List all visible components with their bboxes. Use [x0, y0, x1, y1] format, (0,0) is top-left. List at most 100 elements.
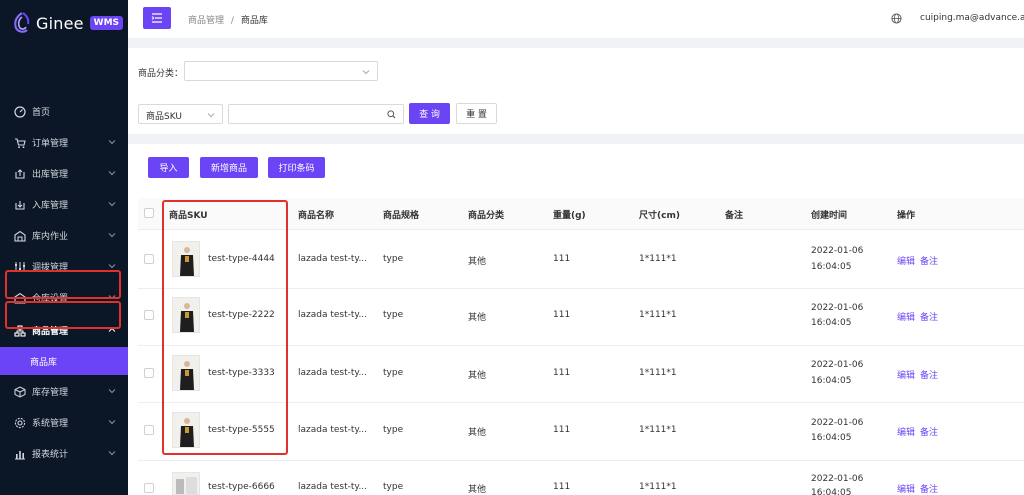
edit-link[interactable]: 编辑: [897, 425, 915, 438]
transfer-icon: [13, 260, 27, 274]
breadcrumb-separator: /: [230, 16, 234, 26]
reset-button[interactable]: 重 置: [456, 103, 497, 124]
box-icon: [13, 385, 27, 399]
filter-panel: 商品分类： 商品SKU 查 询 重 置: [128, 48, 1024, 134]
weight-cell: 111: [553, 310, 571, 320]
product-image-icon: [180, 361, 194, 390]
size-cell: 1*111*1: [639, 310, 677, 320]
sidebar-item-label: 首页: [32, 108, 51, 118]
menu-toggle-button[interactable]: [143, 7, 171, 29]
remark-link[interactable]: 备注: [920, 254, 938, 267]
search-field-value: 商品SKU: [146, 112, 182, 122]
sidebar-item-label: 商品库: [30, 357, 58, 368]
time-cell: 16:04:05: [811, 376, 852, 386]
chevron-down-icon: [108, 264, 116, 269]
sidebar-item-label: 出库管理: [32, 170, 69, 180]
cart-icon: [13, 136, 27, 150]
user-account[interactable]: cuiping.ma@advance.ai: [920, 13, 1024, 23]
search-field-select[interactable]: 商品SKU: [138, 104, 223, 124]
add-product-button[interactable]: 新增商品: [200, 157, 258, 178]
chevron-down-icon: [108, 451, 116, 456]
date-cell: 2022-01-06: [811, 360, 864, 370]
sidebar-item-warehouse-work[interactable]: 库内作业: [0, 220, 128, 251]
column-header-note: 备注: [725, 211, 744, 221]
spec-cell: type: [383, 482, 404, 492]
row-checkbox[interactable]: [144, 425, 154, 435]
edit-link[interactable]: 编辑: [897, 310, 915, 323]
column-header-size: 尺寸(cm): [639, 211, 680, 221]
chevron-down-icon: [108, 389, 116, 394]
sidebar-item-warehouse-settings[interactable]: 仓库设置: [0, 282, 128, 313]
category-select[interactable]: [184, 61, 378, 81]
product-thumbnail: [172, 241, 200, 277]
sidebar-item-orders[interactable]: 订单管理: [0, 127, 128, 158]
product-image-icon: [176, 477, 197, 494]
column-header-sku: 商品SKU: [169, 211, 208, 221]
row-checkbox[interactable]: [144, 483, 154, 493]
chevron-down-icon: [108, 295, 116, 300]
query-button[interactable]: 查 询: [409, 103, 450, 124]
import-button[interactable]: 导入: [148, 157, 189, 178]
product-image-icon: [180, 303, 194, 332]
chevron-down-icon: [108, 420, 116, 425]
date-cell: 2022-01-06: [811, 418, 864, 428]
weight-cell: 111: [553, 425, 571, 435]
edit-link[interactable]: 编辑: [897, 254, 915, 267]
sidebar-item-transfer[interactable]: 调拨管理: [0, 251, 128, 282]
sidebar-item-outbound[interactable]: 出库管理: [0, 158, 128, 189]
remark-link[interactable]: 备注: [920, 368, 938, 381]
gear-icon: [13, 416, 27, 430]
sku-cell: test-type-4444: [208, 254, 275, 264]
remark-link[interactable]: 备注: [920, 425, 938, 438]
sidebar-item-label: 系统管理: [32, 419, 69, 429]
remark-link[interactable]: 备注: [920, 482, 938, 495]
sidebar-item-inventory[interactable]: 库存管理: [0, 376, 128, 407]
sidebar-item-product-library[interactable]: 商品库: [0, 347, 128, 375]
product-thumbnail: [172, 355, 200, 391]
breadcrumb-parent[interactable]: 商品管理: [188, 16, 224, 26]
sku-cell: test-type-6666: [208, 482, 275, 492]
sidebar-item-product-management[interactable]: 商品管理: [0, 315, 128, 346]
row-checkbox[interactable]: [144, 310, 154, 320]
sidebar-item-label: 商品管理: [32, 327, 69, 337]
category-cell: 其他: [468, 371, 487, 381]
product-image-icon: [180, 247, 194, 276]
name-cell: lazada test-ty...: [298, 368, 368, 378]
select-all-checkbox[interactable]: [144, 208, 154, 218]
ginee-logo-icon: [14, 12, 30, 33]
search-icon[interactable]: [387, 110, 396, 119]
menu-icon: [151, 13, 162, 23]
date-cell: 2022-01-06: [811, 303, 864, 313]
row-checkbox[interactable]: [144, 368, 154, 378]
time-cell: 16:04:05: [811, 433, 852, 443]
wms-badge: WMS: [89, 16, 124, 30]
column-header-name: 商品名称: [298, 211, 335, 221]
size-cell: 1*111*1: [639, 425, 677, 435]
product-thumbnail: [172, 297, 200, 333]
print-barcode-button[interactable]: 打印条码: [268, 157, 325, 178]
sidebar-item-inbound[interactable]: 入库管理: [0, 189, 128, 220]
product-table-panel: 导入 新增商品 打印条码 商品SKU 商品名称 商品规格 商品分类 重量(g) …: [128, 144, 1024, 495]
row-checkbox[interactable]: [144, 254, 154, 264]
sidebar-item-label: 报表统计: [32, 450, 69, 460]
edit-link[interactable]: 编辑: [897, 368, 915, 381]
sidebar: Ginee WMS 首页 订单管理 出库管理 入库管理 库内作业 调拨管理 仓库…: [0, 0, 128, 495]
column-header-spec: 商品规格: [383, 211, 420, 221]
row-divider: [138, 460, 1024, 461]
globe-icon[interactable]: [891, 13, 902, 24]
breadcrumb: 商品管理 / 商品库: [188, 13, 268, 26]
sidebar-item-reports[interactable]: 报表统计: [0, 438, 128, 469]
top-header: 商品管理 / 商品库 cuiping.ma@advance.ai: [128, 0, 1024, 38]
chart-icon: [13, 447, 27, 461]
chevron-down-icon: [362, 70, 370, 75]
sidebar-item-system[interactable]: 系统管理: [0, 407, 128, 438]
search-input[interactable]: [228, 104, 404, 124]
sidebar-item-home[interactable]: 首页: [0, 96, 128, 127]
product-thumbnail: [172, 472, 200, 495]
edit-link[interactable]: 编辑: [897, 482, 915, 495]
chevron-down-icon: [207, 113, 215, 118]
size-cell: 1*111*1: [639, 254, 677, 264]
remark-link[interactable]: 备注: [920, 310, 938, 323]
name-cell: lazada test-ty...: [298, 425, 368, 435]
category-cell: 其他: [468, 485, 487, 495]
